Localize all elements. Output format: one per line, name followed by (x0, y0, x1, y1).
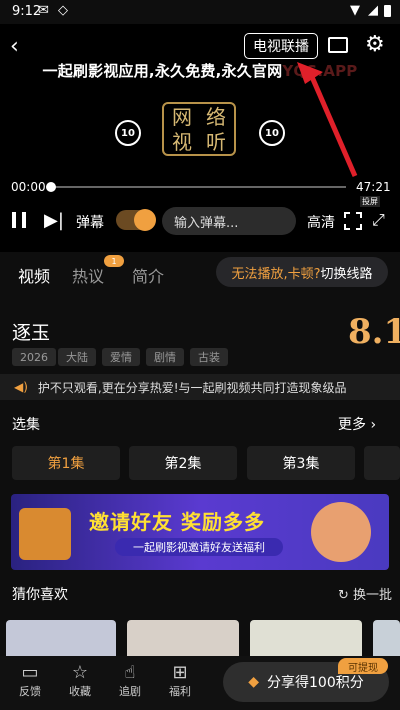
fullscreen-badge: 投屏 (360, 196, 380, 207)
show-title: 逐玉 (12, 322, 51, 344)
banner-title: 邀请好友 奖励多多 (89, 510, 265, 534)
tv-cast-button[interactable]: 电视联播 (244, 33, 318, 59)
tag: 2026 (12, 348, 56, 366)
film-reel-icon (19, 508, 71, 560)
tag: 爱情 (102, 348, 140, 366)
pip-icon[interactable] (328, 37, 348, 53)
notice-bar: ◀) 护不只观看,更在分享热爱!与一起刷视频共同打造现象级品 (0, 374, 400, 400)
invite-banner[interactable]: 邀请好友 奖励多多 一起刷影视邀请好友送福利 (11, 494, 389, 570)
wifi-icon: ▼ (350, 3, 360, 18)
total-time: 47:21 (356, 180, 391, 194)
channel-logo: 网 络 视 听 (162, 102, 236, 156)
status-bar: 9:12 ✉ ◇ ▼ ◢ (0, 0, 400, 24)
nav-benefits[interactable]: ⊞ 福利 (160, 662, 200, 699)
notice-text: 护不只观看,更在分享热爱!与一起刷视频共同打造现象级品 (37, 380, 347, 395)
notification-icon: ✉ (38, 3, 49, 18)
annotation-arrow-icon (297, 62, 358, 177)
chevron-right-icon: › (370, 417, 377, 433)
danmu-input[interactable]: 输入弹幕... (162, 207, 296, 235)
problem-warn-text: 无法播放,卡顿? (231, 266, 321, 282)
share-text: 分享得100积分 (267, 675, 364, 691)
logo-char: 听 (206, 129, 226, 154)
nav-label: 收藏 (69, 685, 91, 698)
banner-subtitle: 一起刷影视邀请好友送福利 (115, 538, 283, 556)
marquee-main: 一起刷影视应用,永久免费,永久官网 (42, 62, 283, 80)
tag: 剧情 (146, 348, 184, 366)
poster-card[interactable] (6, 620, 116, 660)
pause-icon-bar (22, 212, 26, 228)
fullscreen-icon[interactable]: ⤢ (372, 210, 385, 230)
mascot-icon (311, 502, 371, 562)
episode-item[interactable]: 第2集 (129, 446, 237, 480)
nav-favorites[interactable]: ☆ 收藏 (60, 662, 100, 699)
seek-back-icon[interactable]: 10 (115, 120, 141, 146)
logo-char: 网 (172, 104, 192, 129)
nav-label: 反馈 (19, 685, 41, 698)
poster-card[interactable] (250, 620, 362, 660)
settings-icon[interactable]: ⚙ (365, 32, 385, 57)
progress-knob[interactable] (46, 182, 56, 192)
signal-icon: ◇ (58, 3, 68, 18)
status-time: 9:12 (12, 4, 42, 19)
seek-forward-icon[interactable]: 10 (259, 120, 285, 146)
current-time: 00:00 (11, 180, 46, 194)
tab-comments[interactable]: 热议 (72, 263, 104, 287)
show-score: 8.1 (348, 312, 400, 352)
feedback-icon: ▭ (21, 662, 39, 683)
switch-line-button[interactable]: 无法播放,卡顿? 切换线路 (216, 257, 388, 287)
episodes-label: 选集 (12, 417, 40, 433)
quality-button[interactable]: 高清 (307, 212, 335, 232)
refresh-button[interactable]: ↻ 换一批 (338, 584, 392, 603)
tag: 大陆 (58, 348, 96, 366)
nav-label: 福利 (169, 685, 191, 698)
problem-action-text: 切换线路 (320, 266, 373, 282)
cash-badge: 可提现 (338, 658, 388, 674)
refresh-text: 换一批 (353, 588, 393, 603)
pause-icon[interactable] (12, 212, 16, 228)
episode-item[interactable]: 第1集 (12, 446, 120, 480)
episode-item[interactable]: 第3集 (247, 446, 355, 480)
progress-bar[interactable] (50, 186, 346, 188)
poster-card[interactable] (127, 620, 239, 660)
episode-item-partial[interactable] (364, 446, 400, 480)
poster-card[interactable] (373, 620, 400, 660)
star-icon: ☆ (71, 662, 89, 683)
back-icon[interactable]: ‹ (10, 34, 19, 59)
more-text: 更多 (338, 417, 366, 433)
hand-icon: ☝ (124, 662, 136, 683)
tab-intro[interactable]: 简介 (132, 263, 164, 287)
cast-frame-icon[interactable] (344, 212, 362, 230)
cell-signal-icon: ◢ (368, 3, 378, 18)
comments-badge: 1 (104, 255, 124, 267)
nav-label: 追剧 (119, 685, 141, 698)
danmu-toggle-knob[interactable] (134, 209, 156, 231)
more-episodes-link[interactable]: 更多 › (338, 414, 376, 434)
logo-char: 视 (172, 129, 192, 154)
speaker-icon: ◀) (14, 380, 28, 394)
points-icon: ◆ (248, 674, 260, 690)
logo-char: 络 (206, 104, 226, 129)
tag: 古装 (190, 348, 228, 366)
tab-video[interactable]: 视频 (18, 263, 50, 287)
danmu-label: 弹幕 (76, 215, 104, 231)
recommend-label: 猜你喜欢 (12, 587, 68, 603)
battery-icon (384, 5, 391, 17)
nav-feedback[interactable]: ▭ 反馈 (10, 662, 50, 699)
nav-following[interactable]: ☝ 追剧 (110, 662, 150, 699)
gift-icon: ⊞ (172, 662, 188, 683)
next-episode-icon[interactable]: ▶| (44, 210, 64, 231)
refresh-icon: ↻ (338, 588, 349, 603)
